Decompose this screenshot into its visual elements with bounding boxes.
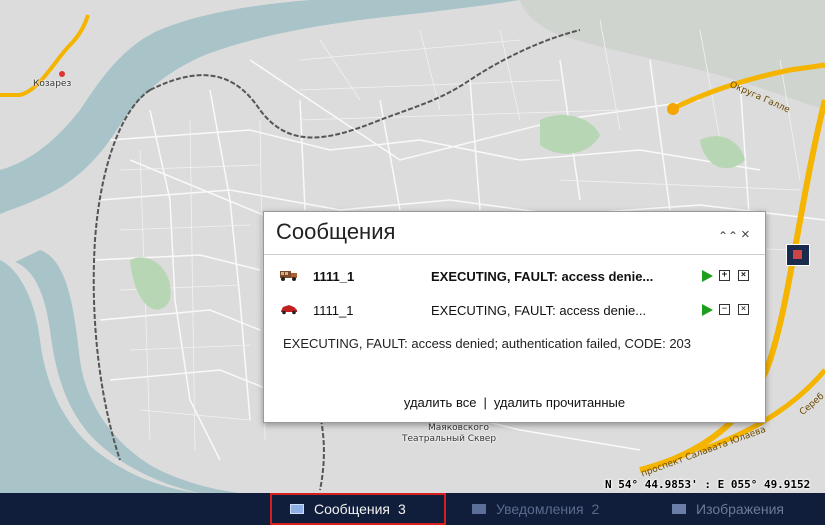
messages-panel: Сообщения ⌃⌃ × 1111_1 EXECUTING, FAULT: … [263,211,766,423]
object-name: 1111_1 [313,303,354,318]
tab-messages[interactable]: Сообщения 3 [270,493,446,525]
map-label-mayakovsky: Маяковского [428,423,490,433]
collapse-row-icon[interactable]: − [719,304,730,315]
car-icon [281,305,297,315]
delete-read-link[interactable]: удалить прочитанные [494,395,625,410]
map-label-teatralny: Театральный Сквер [402,434,497,444]
tab-images[interactable]: Изображения [672,493,784,525]
tab-images-label: Изображения [696,501,784,517]
tab-notifications-count: 2 [591,501,600,517]
bottom-bar: Сообщения 3 Уведомления 2 Изображения [0,493,825,525]
delete-all-link[interactable]: удалить все [404,395,477,410]
message-text: EXECUTING, FAULT: access denie... [431,303,647,318]
tab-messages-label: Сообщения [314,501,390,517]
delete-icon[interactable]: × [738,270,749,281]
panel-divider [264,254,765,255]
messages-icon [290,504,304,514]
expand-icon[interactable]: + [719,270,730,281]
panel-title: Сообщения [276,219,396,244]
message-row[interactable]: 1111_1 EXECUTING, FAULT: access denie...… [264,266,765,288]
actions-separator: | [483,395,487,410]
play-icon[interactable] [702,304,713,316]
tab-messages-count: 3 [397,501,406,517]
coordinates-readout: N 54° 44.9853' : E 055° 49.9152 [605,478,811,491]
message-row[interactable]: 1111_1 EXECUTING, FAULT: access denie...… [264,300,765,322]
message-text: EXECUTING, FAULT: access denie... [431,269,654,284]
collapse-icon[interactable]: ⌃⌃ [718,229,738,243]
notifications-icon [472,504,486,514]
images-icon [672,504,686,514]
map-label-kozarez: Козарез [33,79,72,89]
play-icon[interactable] [702,270,713,282]
map-layer-icon[interactable] [786,244,810,266]
delete-icon[interactable]: × [738,304,749,315]
tab-notifications[interactable]: Уведомления 2 [472,493,599,525]
tab-notifications-label: Уведомления [496,501,584,517]
close-icon[interactable]: × [741,226,750,243]
truck-icon [280,271,297,281]
message-detail: EXECUTING, FAULT: access denied; authent… [283,336,692,351]
object-name: 1111_1 [313,269,355,284]
panel-actions: удалить все | удалить прочитанные [264,395,765,410]
